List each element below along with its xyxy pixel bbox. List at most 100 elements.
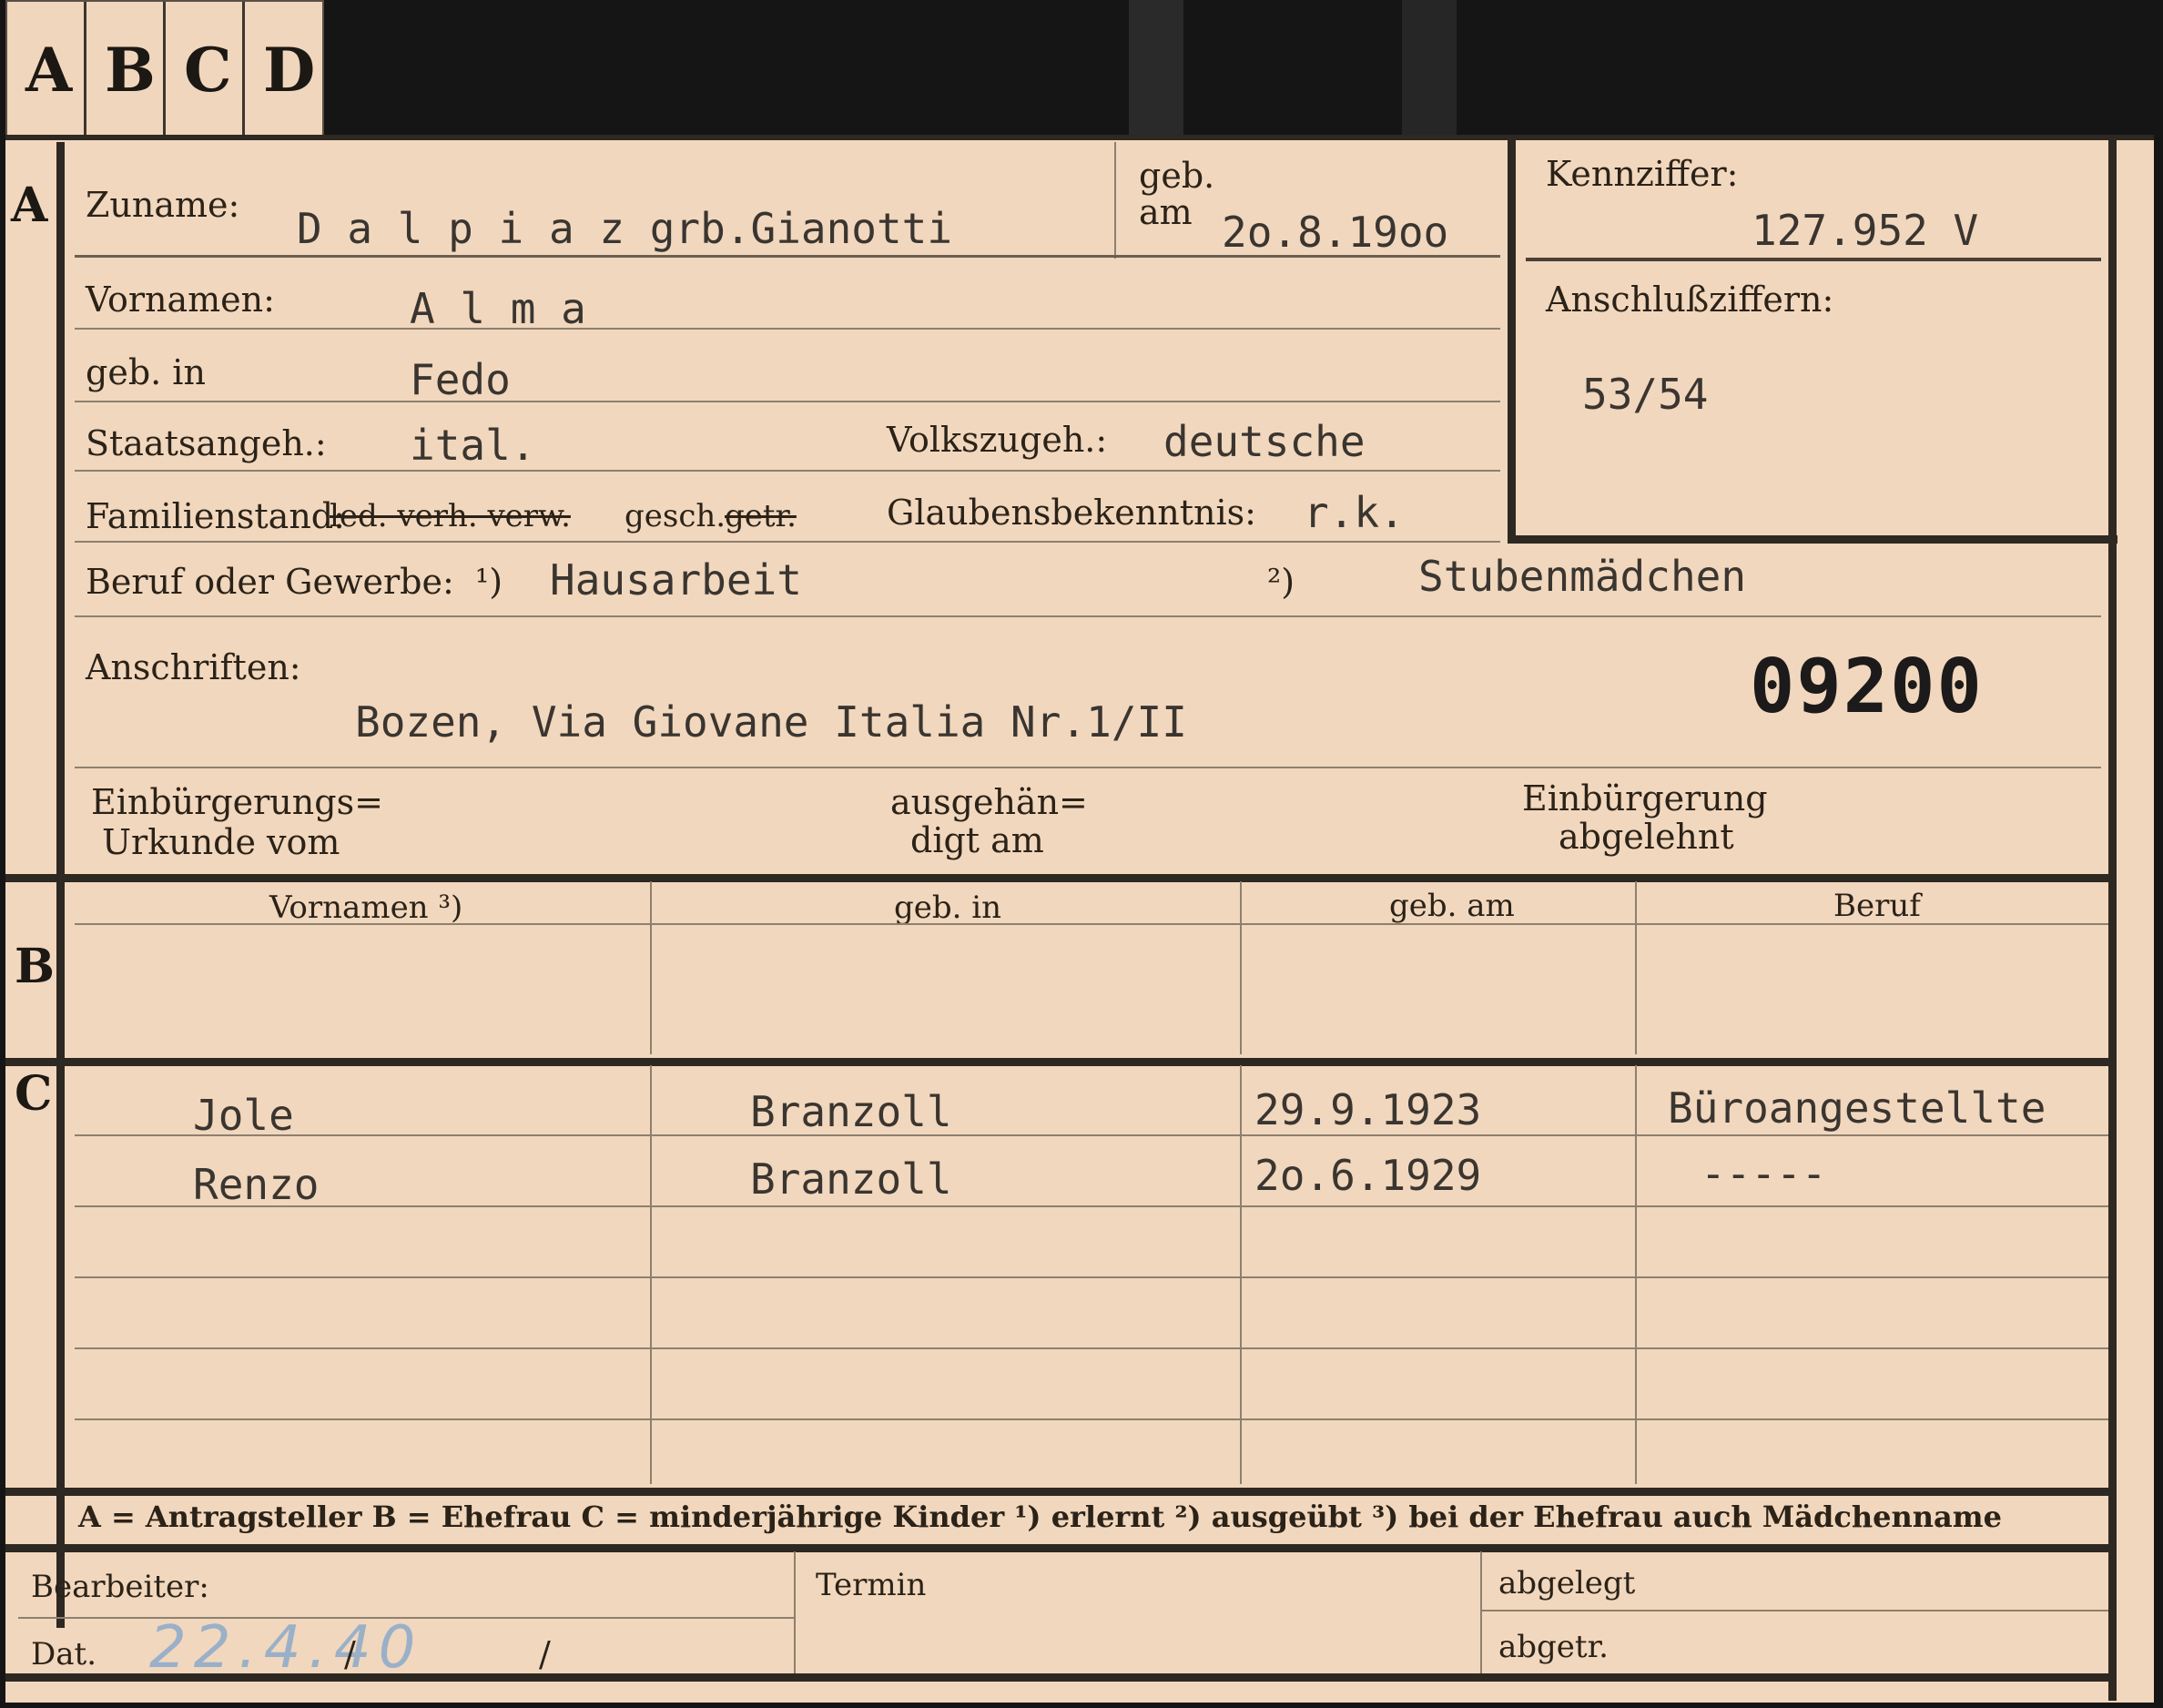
b-col-divider-3: [1635, 881, 1637, 1054]
abgelegt-label: abgelegt: [1498, 1565, 1636, 1601]
ausgehaendigt-label-line2: digt am: [910, 820, 1044, 860]
c-row-rule-4: [75, 1347, 2108, 1349]
beruf-mark-1: ¹): [475, 562, 503, 602]
tab-b-label: B: [105, 35, 156, 106]
divider-c-legend: [5, 1488, 2116, 1496]
staatsangeh-label: Staatsangeh.:: [86, 423, 327, 463]
beruf-mark-2: ²): [1267, 562, 1295, 602]
zuname-label: Zuname:: [86, 185, 240, 225]
familienstand-label: Familienstand:: [86, 496, 345, 536]
abgelegt-divider: [1480, 1551, 1482, 1673]
einbuergerung-abgelehnt-label-line2: abgelehnt: [1559, 817, 1734, 857]
b-col-divider-2: [1240, 881, 1242, 1054]
registration-card: A Zuname: D a l p i a z grb.Gianotti geb…: [5, 135, 2154, 1703]
abgelegt-rule: [1480, 1610, 2108, 1611]
anschlussziffern-value: 53/54: [1582, 370, 1709, 419]
c-row-2-geb-in: Branzoll: [750, 1154, 952, 1204]
anschriften-label: Anschriften:: [86, 647, 301, 687]
c-row-1-vorname: Jole: [193, 1091, 294, 1140]
divider-legend-footer: [5, 1544, 2116, 1552]
section-a-letter: A: [11, 178, 48, 233]
background-strip: [1129, 0, 1183, 137]
section-c-letter: C: [15, 1066, 53, 1122]
beruf-value-1: Hausarbeit: [550, 555, 802, 605]
frame-top: [5, 135, 2154, 140]
zuname-value: D a l p i a z grb.Gianotti: [297, 204, 953, 253]
anschriften-value: Bozen, Via Giovane Italia Nr.1/II: [355, 697, 1187, 747]
b-header-geb-in: geb. in: [894, 890, 1002, 926]
familienstand-struck-options: led. verh. verw.: [330, 498, 571, 534]
tab-c[interactable]: C: [166, 2, 245, 137]
ausgehaendigt-label-line1: ausgehän=: [890, 782, 1088, 822]
geb-in-label: geb. in: [86, 352, 206, 392]
kennziffer-box-bottom: [1508, 535, 2117, 544]
section-b-letter: B: [15, 939, 55, 994]
c-col-divider-2: [1240, 1065, 1242, 1484]
abgetr-label: abgetr.: [1498, 1629, 1609, 1665]
c-row-rule-3: [75, 1276, 2108, 1278]
c-row-2-beruf: -----: [1701, 1149, 1827, 1198]
volkszugeh-label: Volkszugeh.:: [887, 420, 1108, 460]
background-strip: [1402, 0, 1457, 137]
kennziffer-label: Kennziffer:: [1546, 154, 1739, 194]
c-row-1-beruf: Büroangestellte: [1668, 1083, 2046, 1133]
einbuergerungsurkunde-label-line1: Einbürgerungs=: [91, 782, 383, 822]
kennziffer-box-left: [1508, 135, 1516, 543]
bearbeiter-label: Bearbeiter:: [31, 1569, 209, 1605]
c-row-rule-5: [75, 1418, 2108, 1420]
familienstand-rule: [75, 541, 1500, 543]
c-col-divider-1: [650, 1065, 652, 1484]
legend-text: A = Antragsteller B = Ehefrau C = minder…: [78, 1500, 2002, 1534]
c-col-divider-3: [1635, 1065, 1637, 1484]
geb-am-divider: [1114, 142, 1116, 259]
tab-b[interactable]: B: [86, 2, 166, 137]
b-header-beruf: Beruf: [1833, 888, 1921, 924]
c-row-2-vorname: Renzo: [193, 1160, 320, 1209]
c-row-rule-2: [75, 1205, 2108, 1207]
einbuergerung-abgelehnt-label-line1: Einbürgerung: [1522, 778, 1768, 818]
tab-a[interactable]: A: [7, 2, 86, 137]
tab-d-label: D: [263, 35, 316, 106]
frame-left-c: [56, 1063, 65, 1628]
volkszugeh-value: deutsche: [1163, 417, 1366, 466]
b-col-divider-1: [650, 881, 652, 1054]
geb-am-label-line2: am: [1139, 192, 1193, 232]
anschriften-rule: [75, 767, 2101, 768]
beruf-label: Beruf oder Gewerbe:: [86, 562, 454, 602]
anschlussziffern-label: Anschlußziffern:: [1546, 280, 1834, 320]
frame-left: [56, 142, 65, 879]
familienstand-struck-option-2: getr.: [725, 498, 797, 534]
vornamen-value: A l m a: [410, 284, 586, 333]
stamp-number: 09200: [1750, 644, 1984, 730]
dat-slash-1: /: [344, 1634, 356, 1674]
vornamen-rule: [75, 328, 1500, 330]
kennziffer-value: 127.952 V: [1752, 206, 1979, 255]
c-row-1-geb-in: Branzoll: [750, 1087, 952, 1136]
divider-a-b: [5, 874, 2116, 882]
zuname-rule: [75, 255, 1500, 258]
c-row-1-geb-am: 29.9.1923: [1254, 1085, 1482, 1134]
kennziffer-rule: [1526, 258, 2101, 261]
einbuergerungsurkunde-label-line2: Urkunde vom: [102, 822, 340, 862]
geb-in-value: Fedo: [410, 355, 511, 404]
frame-right: [2108, 135, 2117, 1701]
tab-strip: A B C D: [5, 0, 324, 138]
glaubens-label: Glaubensbekenntnis:: [887, 493, 1256, 533]
dat-slash-2: /: [539, 1634, 551, 1674]
b-header-geb-am: geb. am: [1389, 888, 1515, 924]
b-header-vornamen: Vornamen ³): [269, 890, 463, 926]
staatsangeh-value: ital.: [410, 421, 536, 470]
geb-in-rule: [75, 401, 1500, 402]
staatsangeh-rule: [75, 470, 1500, 472]
glaubens-value: r.k.: [1304, 488, 1405, 537]
dat-pencil-value: 22.4.40: [149, 1614, 423, 1682]
beruf-rule: [75, 615, 2101, 617]
b-header-rule: [75, 923, 2108, 925]
tab-d[interactable]: D: [245, 2, 324, 137]
c-row-2-geb-am: 2o.6.1929: [1254, 1151, 1482, 1200]
beruf-value-2: Stubenmädchen: [1418, 552, 1747, 601]
c-row-rule-1: [75, 1134, 2108, 1136]
geb-am-value: 2o.8.19oo: [1222, 208, 1449, 257]
geb-am-label-line1: geb.: [1139, 156, 1215, 196]
tab-a-label: A: [25, 35, 73, 106]
